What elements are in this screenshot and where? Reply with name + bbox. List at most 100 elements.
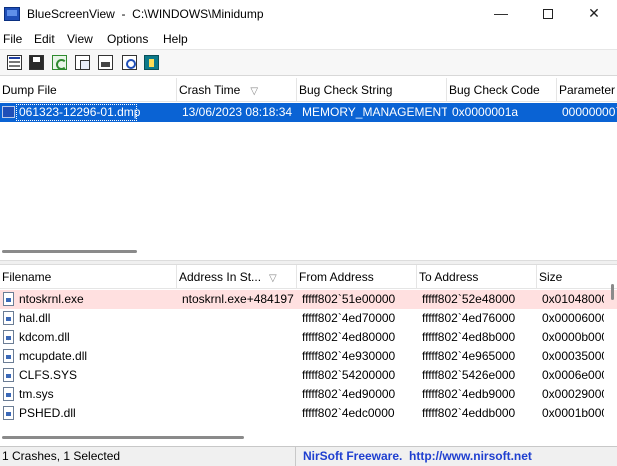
driver-file-icon (3, 387, 14, 401)
driver-from-address: fffff802`4edc0000 (302, 406, 395, 420)
driver-file-icon (3, 406, 14, 420)
driver-to-address: fffff802`52e48000 (422, 292, 516, 306)
save-button[interactable] (27, 54, 46, 72)
driver-from-address: fffff802`4e930000 (302, 349, 396, 363)
dump-list-horizontal-scrollbar[interactable] (0, 250, 617, 256)
driver-from-address: fffff802`54200000 (302, 368, 396, 382)
close-button[interactable]: ✕ (571, 0, 617, 29)
driver-filename: PSHED.dll (19, 406, 76, 420)
dump-bug-check-code: 0x0000001a (452, 105, 519, 119)
menu-options[interactable]: Options (107, 32, 148, 46)
driver-size: 0x0006e000 (542, 368, 604, 382)
copy-icon (75, 55, 90, 70)
dump-row[interactable]: 061323-12296-01.dmp 13/06/2023 08:18:34 … (0, 103, 617, 122)
driver-to-address: fffff802`4edb9000 (422, 387, 516, 401)
driver-file-icon (3, 330, 14, 344)
driver-from-address: fffff802`4ed80000 (302, 330, 396, 344)
driver-list-horizontal-scrollbar[interactable] (0, 436, 617, 442)
exit-button[interactable] (142, 54, 161, 72)
column-from-address[interactable]: From Address (297, 265, 417, 289)
column-bug-check-code[interactable]: Bug Check Code (447, 78, 557, 102)
driver-address-in-stack: ntoskrnl.exe+484197 (182, 292, 294, 306)
refresh-button[interactable] (50, 54, 69, 72)
driver-row[interactable]: mcupdate.dll fffff802`4e930000 fffff802`4e… (0, 347, 617, 366)
find-icon (122, 55, 137, 70)
status-bar: 1 Crashes, 1 Selected NirSoft Freeware. … (0, 446, 617, 466)
driver-list-vertical-scrollbar[interactable] (611, 284, 614, 300)
sort-arrow-icon: ▽ (250, 86, 259, 97)
dump-file-name: 061323-12296-01.dmp (19, 105, 141, 119)
driver-filename: hal.dll (19, 311, 51, 325)
scrollbar-thumb[interactable] (2, 436, 244, 439)
dump-list-header: Dump File Crash Time ▽ Bug Check String B… (0, 78, 617, 102)
nirsoft-link[interactable]: NirSoft Freeware. http://www.nirsoft.net (303, 447, 532, 466)
driver-file-icon (3, 292, 14, 306)
dump-bug-check-string: MEMORY_MANAGEMENT (302, 105, 447, 119)
driver-row[interactable]: hal.dll fffff802`4ed70000 fffff802`4ed7600… (0, 309, 617, 328)
minimize-button[interactable]: — (478, 0, 524, 29)
menu-file[interactable]: File (3, 32, 22, 46)
driver-list-header: Filename Address In St... ▽ From Address … (0, 265, 617, 289)
driver-row[interactable]: tm.sys fffff802`4ed90000 fffff802`4edb9000… (0, 385, 617, 404)
dump-crash-time: 13/06/2023 08:18:34 (182, 105, 293, 119)
column-address-in-stack[interactable]: Address In St... ▽ (177, 265, 297, 289)
drivers-list[interactable]: Filename Address In St... ▽ From Address … (0, 265, 617, 446)
driver-size: 0x00035000 (542, 349, 604, 363)
driver-to-address: fffff802`4ed8b000 (422, 330, 516, 344)
driver-address-in-stack (180, 328, 297, 347)
exit-icon (144, 55, 159, 70)
driver-row[interactable]: CLFS.SYS fffff802`54200000 fffff802`5426e0… (0, 366, 617, 385)
driver-to-address: fffff802`4e965000 (422, 349, 516, 363)
driver-size: 0x0000b000 (542, 330, 604, 344)
driver-size: 0x0001b000 (542, 406, 604, 420)
driver-file-icon (3, 349, 14, 363)
driver-file-icon (3, 368, 14, 382)
status-crash-count: 1 Crashes, 1 Selected (0, 447, 296, 466)
driver-row[interactable]: PSHED.dll fffff802`4edc0000 fffff802`4eddb… (0, 404, 617, 423)
column-dump-file[interactable]: Dump File (0, 78, 177, 102)
driver-filename: tm.sys (19, 387, 54, 401)
find-button[interactable] (120, 54, 139, 72)
driver-file-icon (3, 311, 14, 325)
column-to-address[interactable]: To Address (417, 265, 537, 289)
scrollbar-thumb[interactable] (2, 250, 137, 253)
column-parameter-1[interactable]: Parameter 1 (557, 78, 617, 102)
driver-row[interactable]: kdcom.dll fffff802`4ed80000 fffff802`4ed8b… (0, 328, 617, 347)
title-bar: BlueScreenView - C:\WINDOWS\Minidump — ✕ (0, 0, 617, 29)
driver-to-address: fffff802`4eddb000 (422, 406, 516, 420)
bluescreenview-app-icon (4, 7, 20, 21)
driver-filename: ntoskrnl.exe (19, 292, 84, 306)
menu-bar: File Edit View Options Help (0, 29, 617, 49)
driver-filename: mcupdate.dll (19, 349, 88, 363)
column-filename[interactable]: Filename (0, 265, 177, 289)
driver-size: 0x01048000 (542, 292, 604, 306)
minimize-icon: — (494, 5, 508, 21)
toolbar (0, 49, 617, 76)
window-title: BlueScreenView - C:\WINDOWS\Minidump (27, 7, 264, 21)
maximize-icon (543, 9, 553, 20)
save-icon (29, 55, 44, 70)
html-report-button[interactable] (96, 54, 115, 72)
driver-row[interactable]: ntoskrnl.exe ntoskrnl.exe+484197 fffff802`… (0, 290, 617, 309)
properties-button[interactable] (5, 54, 24, 72)
menu-view[interactable]: View (67, 32, 93, 46)
driver-address-in-stack (180, 385, 297, 404)
dump-files-list[interactable]: Dump File Crash Time ▽ Bug Check String B… (0, 78, 617, 260)
column-size[interactable]: Size (537, 265, 617, 289)
driver-size: 0x00029000 (542, 387, 604, 401)
driver-address-in-stack (180, 366, 297, 385)
dump-file-icon (2, 106, 15, 118)
driver-filename: kdcom.dll (19, 330, 70, 344)
column-crash-time[interactable]: Crash Time ▽ (177, 78, 297, 102)
driver-to-address: fffff802`4ed76000 (422, 311, 516, 325)
copy-button[interactable] (73, 54, 92, 72)
maximize-button[interactable] (525, 0, 571, 29)
close-icon: ✕ (588, 5, 600, 21)
dump-parameter-1: 00000000`00041792 (562, 105, 617, 119)
driver-filename: CLFS.SYS (19, 368, 78, 382)
refresh-icon (52, 55, 67, 70)
menu-help[interactable]: Help (163, 32, 188, 46)
column-bug-check-string[interactable]: Bug Check String (297, 78, 447, 102)
driver-address-in-stack (180, 404, 297, 423)
menu-edit[interactable]: Edit (34, 32, 55, 46)
